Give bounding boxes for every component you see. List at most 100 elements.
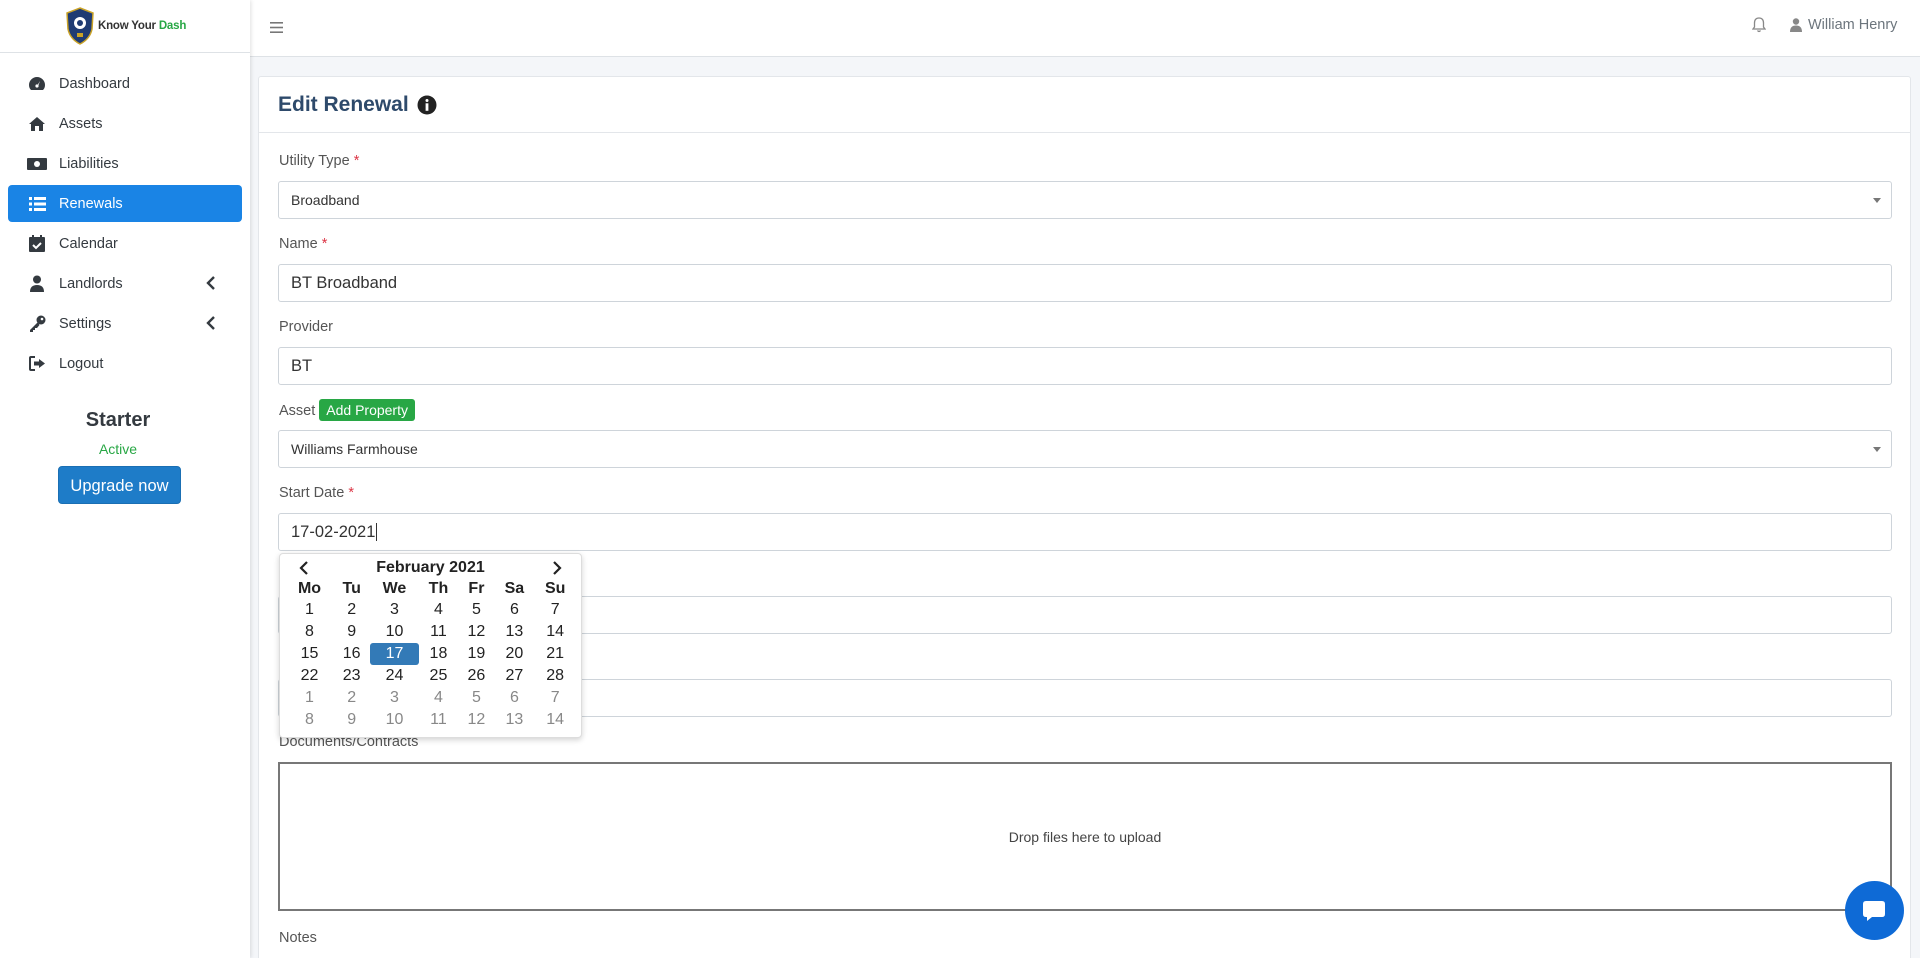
plan-panel: Starter Active Upgrade now [0, 409, 250, 504]
upgrade-button[interactable]: Upgrade now [58, 466, 181, 504]
datepicker-day[interactable]: 8 [286, 709, 333, 731]
key-icon [27, 315, 47, 333]
sidebar-item-settings[interactable]: Settings [8, 305, 242, 342]
logo-shield-icon [66, 7, 94, 45]
sidebar-item-renewals[interactable]: Renewals [8, 185, 242, 222]
datepicker-day[interactable]: 8 [286, 621, 333, 643]
datepicker-next[interactable] [539, 559, 575, 577]
file-dropzone[interactable]: Drop files here to upload [278, 762, 1892, 911]
start-date-label: Start Date * [279, 485, 354, 501]
datepicker-day[interactable]: 10 [370, 709, 418, 731]
datepicker-header: February 2021 [286, 559, 575, 577]
datepicker-day[interactable]: 25 [419, 665, 459, 687]
user-name: William Henry [1808, 17, 1898, 33]
datepicker-day[interactable]: 13 [495, 621, 535, 643]
sidebar-item-logout[interactable]: Logout [8, 345, 242, 382]
datepicker-day[interactable]: 27 [495, 665, 535, 687]
start-date-input[interactable]: 17-02-2021 [278, 513, 1892, 551]
calendar-check-icon [27, 235, 47, 253]
datepicker-day[interactable]: 1 [286, 599, 333, 621]
datepicker-day[interactable]: 7 [534, 599, 576, 621]
datepicker-day[interactable]: 17 [370, 643, 419, 665]
datepicker-day[interactable]: 3 [370, 599, 418, 621]
datepicker-day[interactable]: 2 [333, 599, 370, 621]
bell-icon[interactable] [1752, 17, 1766, 33]
sidebar-item-dashboard[interactable]: Dashboard [8, 65, 242, 102]
datepicker-day[interactable]: 20 [495, 643, 535, 665]
datepicker-day[interactable]: 6 [495, 687, 535, 709]
sidebar-item-label: Landlords [59, 275, 123, 292]
money-bill-icon [27, 155, 47, 173]
sidebar-item-label: Dashboard [59, 75, 130, 92]
name-input[interactable]: BT Broadband [278, 264, 1892, 302]
sidebar-item-calendar[interactable]: Calendar [8, 225, 242, 262]
datepicker-day[interactable]: 11 [419, 709, 459, 731]
datepicker-day[interactable]: 5 [458, 687, 494, 709]
user-tie-icon [27, 275, 47, 293]
home-icon [27, 115, 47, 133]
weekday-header: Sa [504, 579, 525, 597]
datepicker-day[interactable]: 1 [286, 687, 333, 709]
sidebar-item-label: Calendar [59, 235, 118, 252]
datepicker-day[interactable]: 4 [419, 599, 459, 621]
datepicker-day[interactable]: 10 [370, 621, 418, 643]
chat-widget-button[interactable] [1845, 881, 1904, 940]
datepicker-day[interactable]: 14 [534, 709, 576, 731]
datepicker-day[interactable]: 21 [534, 643, 576, 665]
topbar: William Henry [250, 0, 1920, 57]
user-menu[interactable]: William Henry [1790, 17, 1897, 33]
datepicker-day[interactable]: 12 [458, 709, 494, 731]
weekday-header: Mo [297, 579, 322, 597]
info-icon[interactable] [417, 95, 437, 115]
brand-name: Know Your Dash [98, 20, 187, 32]
datepicker-day[interactable]: 22 [286, 665, 333, 687]
datepicker-day[interactable]: 26 [458, 665, 494, 687]
datepicker-day[interactable]: 5 [458, 599, 494, 621]
datepicker-day[interactable]: 4 [419, 687, 459, 709]
datepicker-day[interactable]: 6 [495, 599, 535, 621]
chevron-left-icon [299, 561, 308, 575]
datepicker-day[interactable]: 9 [333, 709, 370, 731]
hamburger-menu-icon[interactable] [270, 22, 283, 33]
datepicker-day[interactable]: 14 [534, 621, 576, 643]
datepicker-day[interactable]: 16 [333, 643, 370, 665]
datepicker-day[interactable]: 19 [458, 643, 494, 665]
datepicker-day[interactable]: 11 [419, 621, 459, 643]
datepicker-day[interactable]: 13 [495, 709, 535, 731]
plan-name: Starter [85, 409, 151, 431]
add-property-button[interactable]: Add Property [319, 399, 415, 421]
weekday-header: We [382, 579, 407, 597]
utility-type-label: Utility Type * [279, 153, 360, 169]
sidebar-item-label: Renewals [59, 195, 123, 212]
datepicker-day[interactable]: 3 [370, 687, 418, 709]
datepicker-title[interactable]: February 2021 [376, 559, 485, 577]
datepicker-day[interactable]: 28 [534, 665, 576, 687]
chevron-left-icon [206, 276, 215, 290]
datepicker-day[interactable]: 18 [419, 643, 459, 665]
datepicker-day[interactable]: 7 [534, 687, 576, 709]
user-icon [1790, 18, 1802, 32]
sidebar-item-liabilities[interactable]: Liabilities [8, 145, 242, 182]
asset-select[interactable]: Williams Farmhouse [278, 430, 1892, 468]
datepicker-day[interactable]: 23 [333, 665, 370, 687]
sidebar: Know Your Dash Dashboard Assets Liabilit… [0, 0, 250, 958]
datepicker-grid: Mo Tu We Th Fr Sa Su 1 2 3 4 5 6 7 8 9 10 11 12 13 14 15 16 17… [286, 578, 576, 731]
weekday-header: Th [428, 579, 449, 597]
datepicker-day[interactable]: 9 [333, 621, 370, 643]
provider-input[interactable]: BT [278, 347, 1892, 385]
sidebar-item-assets[interactable]: Assets [8, 105, 242, 142]
sign-out-icon [27, 355, 47, 373]
sidebar-item-landlords[interactable]: Landlords [8, 265, 242, 302]
page-title: Edit Renewal [278, 92, 409, 116]
datepicker-day[interactable]: 12 [458, 621, 494, 643]
datepicker-day[interactable]: 24 [370, 665, 418, 687]
provider-label: Provider [279, 319, 333, 335]
datepicker-prev[interactable] [286, 559, 322, 577]
brand[interactable]: Know Your Dash [0, 0, 250, 53]
utility-type-select[interactable]: Broadband [278, 181, 1892, 219]
datepicker-day[interactable]: 15 [286, 643, 333, 665]
chevron-right-icon [553, 561, 562, 575]
weekday-header: Su [544, 579, 566, 597]
plan-status: Active [98, 441, 138, 457]
datepicker-day[interactable]: 2 [333, 687, 370, 709]
